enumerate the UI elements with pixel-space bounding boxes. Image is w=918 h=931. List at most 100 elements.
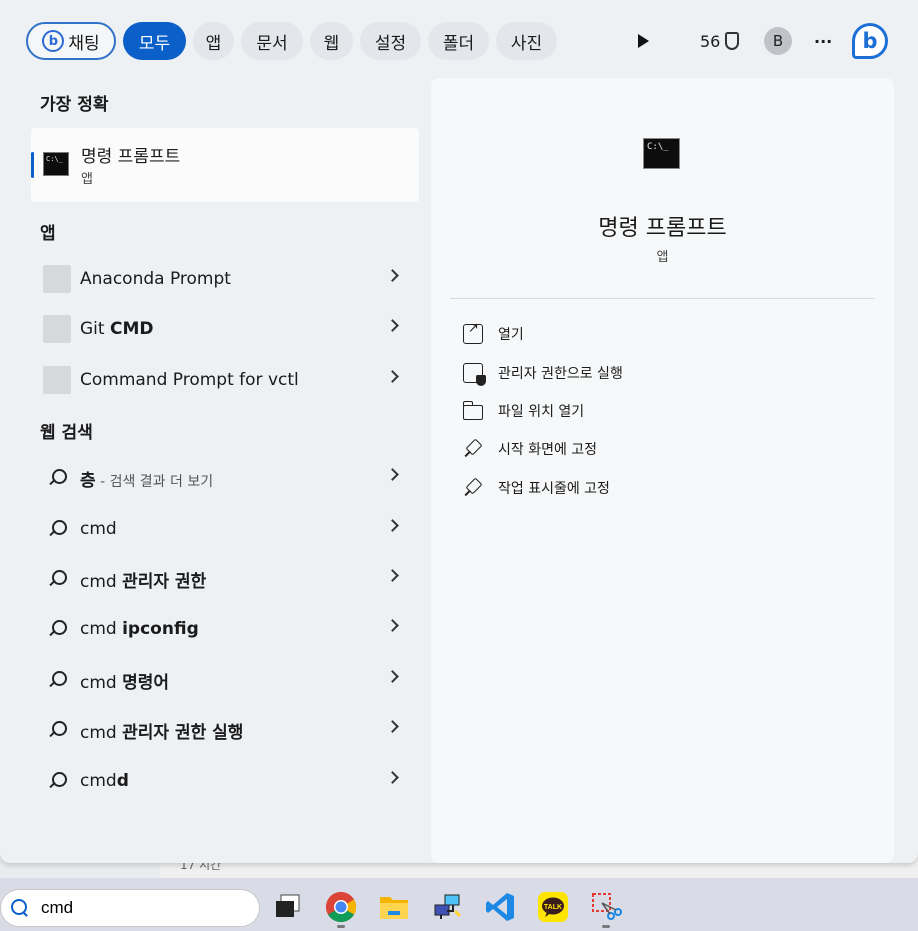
search-icon [47,569,73,589]
divider [450,298,875,299]
snipping-tool-icon[interactable] [590,891,622,923]
action-pin-to-start[interactable]: 시작 화면에 고정 [463,437,597,461]
filter-web-tab[interactable]: 웹 [310,22,353,60]
web-result[interactable]: cmdd [31,758,419,804]
web-result[interactable]: cmd 관리자 권한 실행 [31,707,419,753]
search-icon [11,899,29,917]
app-result-git-cmd[interactable]: Git CMD [31,306,419,352]
pin-icon [463,439,483,459]
web-result[interactable]: cmd 관리자 권한 [31,556,419,602]
vscode-icon[interactable] [484,891,516,923]
chevron-right-icon[interactable] [386,720,399,733]
search-flyout: b 채팅 모두 앱 문서 웹 설정 폴더 사진 56 B ··· b 가장 정확… [0,0,918,863]
filter-documents-tab[interactable]: 문서 [241,22,303,60]
search-icon [47,670,73,690]
bing-chat-icon: b [42,30,65,52]
app-tile-icon [43,366,71,394]
chevron-right-icon[interactable] [386,468,399,481]
running-indicator [602,925,610,928]
account-button[interactable]: B [764,22,792,60]
web-result-label: cmd 관리자 권한 [80,571,207,592]
filter-chat-label: 채팅 [68,33,100,54]
web-result-more[interactable]: 층 - 검색 결과 더 보기 [31,455,419,501]
best-match-name: 명령 프롬프트 [81,147,181,167]
chevron-right-icon[interactable] [386,569,399,582]
app-result-label: Git CMD [80,319,154,339]
chrome-icon[interactable] [325,891,357,923]
taskbar: TALK [0,878,918,931]
filter-bar: b 채팅 모두 앱 문서 웹 설정 폴더 사진 56 B ··· b [26,22,892,62]
taskbar-search-box[interactable] [0,889,260,927]
filter-folders-tab[interactable]: 폴더 [428,22,489,60]
action-open-file-location[interactable]: 파일 위치 열기 [463,399,584,423]
filter-apps-tab[interactable]: 앱 [193,22,234,60]
web-result[interactable]: cmd [31,506,419,552]
filter-chat-button[interactable]: b 채팅 [26,22,116,60]
action-label: 작업 표시줄에 고정 [498,481,610,497]
rewards-points-value: 56 [700,31,721,51]
app-result-anaconda-prompt[interactable]: Anaconda Prompt [31,256,419,302]
app-tile-icon [43,315,71,343]
detail-title: 명령 프롬프트 [598,216,727,241]
action-pin-to-taskbar[interactable]: 작업 표시줄에 고정 [463,476,610,500]
web-result-label: cmd [80,519,117,539]
chevron-right-icon[interactable] [386,269,399,282]
chevron-right-icon[interactable] [386,319,399,332]
open-icon [463,321,483,344]
filter-photos-tab[interactable]: 사진 [496,22,557,60]
app-result-command-prompt-vctl[interactable]: Command Prompt for vctl [31,357,419,403]
search-icon [47,720,73,740]
file-explorer-icon[interactable] [378,891,410,923]
command-prompt-icon: C:\_ [643,138,680,169]
admin-shield-icon [463,363,486,386]
best-match-heading: 가장 정확 [40,95,109,115]
web-result[interactable]: cmd 명령어 [31,657,419,703]
web-result-label: cmd ipconfig [80,619,199,639]
detail-subtitle: 앱 [656,250,669,265]
action-label: 시작 화면에 고정 [498,442,598,458]
chevron-right-icon[interactable] [386,370,399,383]
kakaotalk-icon[interactable]: TALK [537,891,569,923]
rewards-medal-icon [725,32,740,50]
action-label: 파일 위치 열기 [498,404,585,420]
app-tile-icon [43,265,71,293]
action-label: 열기 [498,327,524,343]
search-icon [47,771,73,791]
avatar: B [764,27,792,55]
kakaotalk-label: TALK [544,904,562,911]
best-match-type: 앱 [81,172,93,187]
filter-settings-tab[interactable]: 설정 [360,22,421,60]
bing-button[interactable]: b [852,22,888,60]
search-icon [47,519,73,539]
search-icon [47,619,73,639]
best-match-result[interactable]: C:\_ 명령 프롬프트 앱 [31,128,419,202]
web-search-heading: 웹 검색 [40,423,93,443]
chevron-right-icon[interactable] [386,670,399,683]
selection-indicator [31,152,34,178]
network-icon[interactable] [431,891,463,923]
web-result-label: cmd 명령어 [80,672,170,693]
rewards-points[interactable]: 56 [700,22,740,60]
web-result-label: cmdd [80,771,129,791]
taskbar-search-input[interactable] [41,898,241,918]
action-run-as-admin[interactable]: 관리자 권한으로 실행 [463,361,623,386]
task-view-icon[interactable] [272,891,304,923]
command-prompt-icon: C:\_ [43,152,69,176]
running-indicator [337,925,345,928]
bing-logo-icon: b [852,23,888,59]
web-result-label: 층 - 검색 결과 더 보기 [80,470,214,491]
play-icon [638,34,649,48]
folder-icon [463,401,483,420]
more-options-button[interactable]: ··· [814,22,832,60]
more-filters-button[interactable] [638,22,649,60]
result-detail-panel: C:\_ 명령 프롬프트 앱 열기 관리자 권한으로 실행 파일 위치 열기 시… [431,78,894,863]
web-result-label: cmd 관리자 권한 실행 [80,722,244,743]
filter-all-tab[interactable]: 모두 [123,22,186,60]
search-icon [47,468,73,488]
chevron-right-icon[interactable] [386,619,399,632]
chevron-right-icon[interactable] [386,771,399,784]
action-open[interactable]: 열기 [463,321,524,346]
chevron-right-icon[interactable] [386,519,399,532]
web-result[interactable]: cmd ipconfig [31,606,419,652]
app-result-label: Command Prompt for vctl [80,370,299,390]
